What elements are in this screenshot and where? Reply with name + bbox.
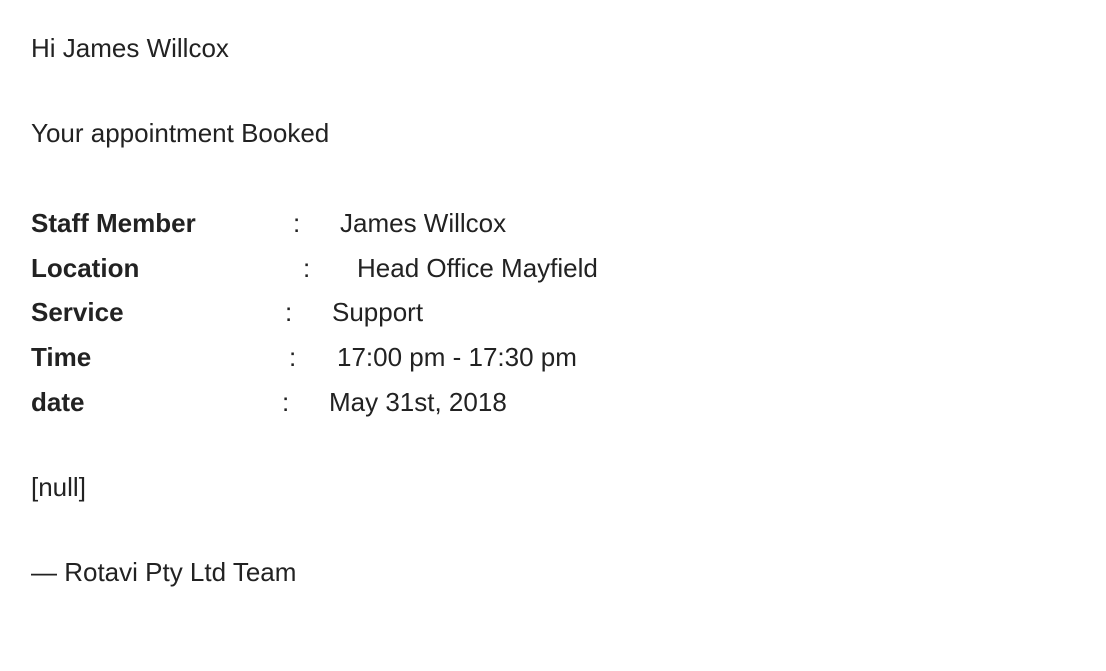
detail-label: Time [31,342,92,372]
detail-value: James Willcox [340,208,507,238]
detail-label: Location [31,253,140,283]
detail-value: Support [332,297,424,327]
detail-value: May 31st, 2018 [329,387,507,417]
detail-separator: : [303,253,311,283]
detail-separator: : [282,387,290,417]
email-body: Hi James Willcox Your appointment Booked… [31,0,1091,671]
null-placeholder-text: [null] [31,472,86,502]
detail-value: Head Office Mayfield [357,253,598,283]
detail-row-time: Time : 17:00 pm - 17:30 pm [31,342,831,372]
detail-value: 17:00 pm - 17:30 pm [337,342,577,372]
detail-row-date: date : May 31st, 2018 [31,387,831,417]
detail-label: Service [31,297,124,327]
detail-row-location: Location : Head Office Mayfield [31,253,831,283]
appointment-status-text: Your appointment Booked [31,118,330,148]
detail-separator: : [289,342,297,372]
detail-row-service: Service : Support [31,297,831,327]
detail-label: Staff Member [31,208,196,238]
detail-row-staff-member: Staff Member : James Willcox [31,208,831,238]
signature: — Rotavi Pty Ltd Team [31,557,297,587]
detail-separator: : [293,208,301,238]
detail-label: date [31,387,85,417]
detail-separator: : [285,297,293,327]
greeting-text: Hi James Willcox [31,33,229,63]
